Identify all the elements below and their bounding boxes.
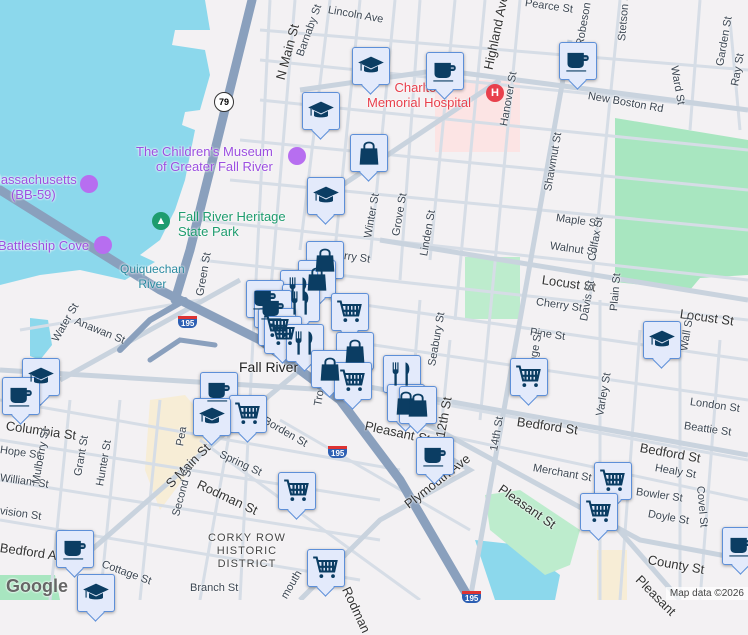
city-label: Fall River (239, 359, 299, 375)
river-name-line1: Quiquechan (120, 262, 185, 276)
shopping-cart-icon (312, 554, 340, 582)
graduation-cap-icon (82, 579, 110, 607)
district-line3: DISTRICT (217, 558, 277, 570)
restaurant-marker[interactable] (383, 355, 421, 393)
shopping-cart-icon (336, 298, 364, 326)
cafe-marker[interactable] (559, 42, 597, 80)
graduation-cap-icon (648, 326, 676, 354)
shopping-cart-icon (599, 467, 627, 495)
museum-icon[interactable] (288, 147, 306, 165)
shopping-bag-icon (341, 337, 369, 365)
graduation-cap-icon (312, 182, 340, 210)
battleship-label[interactable]: Massachusetts (BB-59) (0, 172, 77, 202)
graduation-cap-icon (307, 97, 335, 125)
shopping-marker[interactable] (350, 134, 388, 172)
coffee-cup-icon (61, 535, 89, 563)
shopping-marker[interactable] (307, 549, 345, 587)
school-marker[interactable] (302, 92, 340, 130)
cafe-marker[interactable] (416, 437, 454, 475)
museum-icon[interactable] (94, 236, 112, 254)
google-logo: Google (6, 576, 68, 596)
fork-knife-icon (287, 289, 315, 317)
museum-name-line2: of Greater Fall River (155, 159, 273, 174)
park-name-line2: State Park (178, 224, 239, 239)
graduation-cap-icon (357, 52, 385, 80)
school-marker[interactable] (643, 321, 681, 359)
cafe-marker[interactable] (2, 377, 40, 415)
shopping-bag-icon (355, 139, 383, 167)
fork-knife-icon (388, 360, 416, 388)
route-79-shield: 79 (214, 92, 234, 112)
ship-name-line2: (BB-59) (10, 187, 56, 202)
street-label: Branch St (190, 582, 239, 594)
coffee-cup-icon (564, 47, 592, 75)
heritage-park-label[interactable]: Fall River Heritage State Park (178, 209, 286, 239)
district-line1: CORKY ROW (208, 532, 286, 544)
shopping-marker[interactable] (229, 395, 267, 433)
shopping-cart-icon (283, 477, 311, 505)
coffee-cup-icon (205, 377, 233, 405)
park-name-line1: Fall River Heritage (178, 209, 286, 224)
district-label: CORKY ROW HISTORIC DISTRICT (208, 532, 286, 571)
park-tree-icon[interactable]: ▲ (152, 212, 170, 230)
battleship-cove-label[interactable]: Battleship Cove (0, 238, 89, 253)
shopping-cart-icon (234, 400, 262, 428)
map-attribution[interactable]: Map data ©2026 (665, 587, 748, 600)
shopping-marker[interactable] (594, 462, 632, 500)
graduation-cap-icon (198, 403, 226, 431)
school-marker[interactable] (77, 574, 115, 612)
shopping-marker[interactable] (510, 358, 548, 396)
i195-shield: 195 (328, 446, 348, 458)
river-name-line2: River (138, 277, 167, 291)
i195-shield: 195 (178, 316, 198, 328)
school-marker[interactable] (193, 398, 231, 436)
shopping-cart-icon (515, 363, 543, 391)
fork-knife-icon (291, 329, 319, 357)
museum-name-line1: The Children's Museum (136, 144, 273, 159)
cafe-marker[interactable] (56, 530, 94, 568)
coffee-cup-icon (421, 442, 449, 470)
ship-name-line1: Massachusetts (0, 172, 77, 187)
hospital-name-line2: Memorial Hospital (367, 95, 472, 110)
school-marker[interactable] (307, 177, 345, 215)
shopping-cart-icon (585, 498, 613, 526)
shopping-cart-icon (339, 367, 367, 395)
i195-shield: 195 (462, 591, 482, 603)
coffee-cup-icon (7, 382, 35, 410)
shopping-marker[interactable] (331, 293, 369, 331)
cafe-marker[interactable] (722, 527, 748, 565)
museum-icon[interactable] (80, 175, 98, 193)
coffee-cup-icon (431, 57, 459, 85)
coffee-cup-icon (727, 532, 748, 560)
shopping-bag-icon (404, 391, 432, 419)
river-label: Quiquechan River (120, 262, 185, 292)
district-line2: HISTORIC (216, 545, 278, 557)
museum-label[interactable]: The Children's Museum of Greater Fall Ri… (136, 144, 273, 174)
school-marker[interactable] (352, 47, 390, 85)
shopping-marker[interactable] (334, 362, 372, 400)
shopping-marker[interactable] (278, 472, 316, 510)
shopping-marker[interactable] (580, 493, 618, 531)
hospital-icon[interactable]: H (486, 84, 504, 102)
cafe-marker[interactable] (426, 52, 464, 90)
shopping-marker[interactable] (399, 386, 437, 424)
